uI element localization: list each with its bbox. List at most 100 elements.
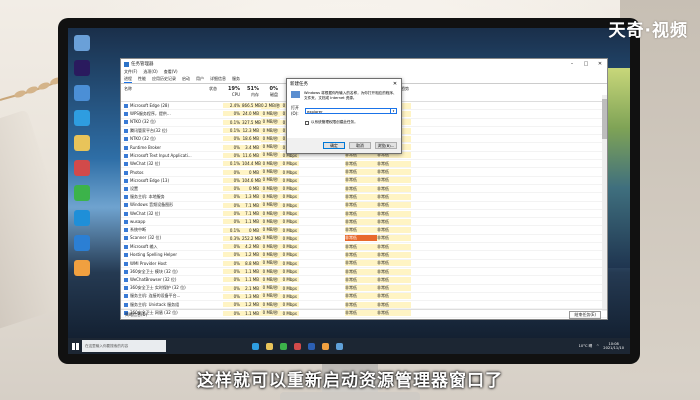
process-name: Scanner (32 位): [121, 235, 209, 241]
ok-button[interactable]: 确定: [323, 142, 345, 149]
process-name: NTKO (32 位): [121, 136, 209, 142]
tab-details[interactable]: 详细信息: [210, 76, 226, 83]
process-network: 0 Mbps: [280, 260, 299, 266]
tab-processes[interactable]: 进程: [124, 76, 132, 83]
process-icon: [124, 211, 128, 216]
table-row[interactable]: 服务主机: 本地服务 0% 1.3 MB 0 MB/秒 0 Mbps 非常低 非常低: [121, 193, 607, 202]
scrollbar-thumb[interactable]: [602, 99, 607, 139]
process-name: 服务主机: 连接的设备平台...: [121, 293, 209, 299]
tab-startup[interactable]: 启动: [182, 76, 190, 83]
process-disk: 0 MB/秒: [261, 210, 280, 217]
table-row[interactable]: Windows 音频设备图形 0% 7.1 MB 0 MB/秒 0 Mbps 非常低 非常低: [121, 202, 607, 210]
desktop-icon-app[interactable]: [74, 160, 90, 176]
process-icon: [124, 120, 128, 125]
process-network: 0 Mbps: [280, 277, 299, 283]
column-memory[interactable]: 51% 内存: [242, 84, 261, 101]
process-icon: [124, 161, 128, 166]
tray-up-icon[interactable]: ^: [596, 344, 599, 348]
taskbar-search-box[interactable]: 在这里输入你要搜索的内容: [82, 340, 166, 352]
minimize-icon[interactable]: –: [565, 61, 579, 67]
column-name[interactable]: 名称: [121, 84, 209, 101]
table-row[interactable]: Microsoft 输入 0% 4.2 MB 0 MB/秒 0 Mbps 非常低 非常低: [121, 243, 607, 252]
tab-users[interactable]: 用户: [196, 76, 204, 83]
table-row[interactable]: Microsoft Edge (13) 0% 104.6 MB 0 MB/秒 0 Mbp…: [121, 177, 607, 185]
maximize-icon[interactable]: □: [579, 61, 593, 67]
weather-text[interactable]: 10°C 晴: [579, 344, 593, 349]
process-power: 非常低: [345, 210, 377, 217]
desktop-icon-recycle[interactable]: [74, 35, 90, 51]
desktop-icon-colorful[interactable]: [74, 260, 90, 276]
process-name-text: 360安全卫士 实时保护 (32 位): [130, 285, 186, 291]
table-row[interactable]: Hosting Spelling Helper 0% 1.2 MB 0 MB/秒 0 M…: [121, 251, 607, 260]
process-name: Hosting Spelling Helper: [121, 252, 209, 258]
table-row[interactable]: 设置 0% 0 MB 0 MB/秒 0 Mbps 非常低 非常低: [121, 185, 607, 194]
process-memory: 7.1 MB: [242, 211, 261, 216]
taskbar-app-word[interactable]: [308, 342, 315, 350]
dialog-titlebar[interactable]: 新建任务 ✕: [287, 79, 401, 88]
table-row[interactable]: wusapp 0% 1.1 MB 0 MB/秒 0 Mbps 非常低 非常低: [121, 218, 607, 227]
process-name: WeChat (32 位): [121, 211, 209, 217]
process-scrollbar[interactable]: [602, 95, 607, 311]
table-row[interactable]: 360安全卫士 实时保护 (32 位) 0% 2.1 MB 0 MB/秒 0 Mbps 非…: [121, 285, 607, 293]
end-task-button[interactable]: 结束任务(E): [569, 310, 601, 319]
table-row[interactable]: Scanner (32 位) 0.3% 252.2 MB 0 MB/秒 0 Mbps 非常…: [121, 235, 607, 244]
process-power: 非常低: [345, 301, 377, 308]
table-row[interactable]: WeChat (32 位) 0% 7.1 MB 0 MB/秒 0 Mbps 非常低 非常低: [121, 210, 607, 219]
table-row[interactable]: 360安全卫士 模块 (32 位) 0% 1.1 MB 0 MB/秒 0 Mbps 非常低…: [121, 268, 607, 277]
taskbar-app-wechat[interactable]: [280, 342, 287, 350]
table-row[interactable]: 系统中断 0.1% 0 MB 0 MB/秒 0 Mbps 非常低 非常低: [121, 226, 607, 235]
process-disk: 0 MB/秒: [261, 169, 280, 176]
task-manager-title: 任务管理器: [131, 62, 154, 67]
task-manager-icon: [124, 61, 129, 67]
dialog-close-icon[interactable]: ✕: [389, 81, 401, 87]
tab-services[interactable]: 服务: [232, 76, 240, 83]
process-power: 非常低: [345, 285, 377, 292]
taskbar-app-chrome[interactable]: [322, 342, 329, 350]
desktop-icon-edge[interactable]: [74, 210, 90, 226]
table-row[interactable]: Photos 0% 0 MB 0 MB/秒 0 Mbps 非常低 非常低: [121, 168, 607, 177]
table-row[interactable]: WeChatBrowser (32 位) 0% 1.1 MB 0 MB/秒 0 Mbps…: [121, 276, 607, 285]
process-power: 非常低: [345, 243, 377, 250]
process-power: 非常低: [345, 193, 377, 200]
process-memory: 2.1 MB: [242, 285, 261, 291]
process-network: 0 Mbps: [280, 269, 299, 275]
desktop-icon-computer[interactable]: [74, 85, 90, 101]
taskbar-clock[interactable]: 10:08 2021/11/10: [603, 342, 624, 351]
process-disk: 0 MB/秒: [261, 218, 280, 225]
table-row[interactable]: WeChat (32 位) 0.1% 104.4 MB 0 MB/秒 0 Mbps 非常低…: [121, 160, 607, 169]
taskbar-app-wps[interactable]: [294, 342, 301, 350]
close-icon[interactable]: ✕: [593, 61, 607, 67]
column-status[interactable]: 状态: [209, 84, 223, 101]
cancel-button[interactable]: 取消: [349, 142, 371, 149]
column-disk[interactable]: 0% 磁盘: [261, 84, 280, 101]
tab-app-history[interactable]: 应用历史记录: [152, 76, 176, 83]
process-disk: 0 MB/秒: [261, 127, 280, 134]
taskbar-app-edge[interactable]: [252, 342, 259, 350]
taskbar-app-explorer[interactable]: [266, 342, 273, 350]
process-network: 0 Mbps: [280, 285, 299, 291]
table-row[interactable]: WMI Provider Host 0% 8.8 MB 0 MB/秒 0 Mbps 非常低…: [121, 260, 607, 268]
task-manager-titlebar[interactable]: 任务管理器 – □ ✕: [121, 59, 607, 69]
menu-options[interactable]: 选项(O): [143, 69, 157, 76]
table-row[interactable]: 服务主机: 连接的设备平台... 0% 1.3 MB 0 MB/秒 0 Mbps 非常低非…: [121, 293, 607, 302]
tab-performance[interactable]: 性能: [138, 76, 146, 83]
admin-checkbox[interactable]: [305, 120, 309, 125]
column-cpu[interactable]: 19% CPU: [223, 84, 242, 101]
desktop-icon-wechat[interactable]: [74, 185, 90, 201]
menu-file[interactable]: 文件(F): [124, 69, 137, 76]
process-disk: 0 MB/秒: [261, 243, 280, 250]
browse-button[interactable]: 浏览(B)...: [375, 142, 397, 149]
chevron-down-icon[interactable]: ▾: [391, 107, 397, 114]
desktop-icon-shield[interactable]: [74, 235, 90, 251]
desktop-icon-browser[interactable]: [74, 110, 90, 126]
desktop-icon-premiere[interactable]: [74, 60, 90, 76]
taskbar-app-taskmgr[interactable]: [336, 342, 343, 350]
open-input[interactable]: explorer: [305, 107, 391, 114]
fewer-details-link[interactable]: 简略信息(D): [125, 312, 147, 318]
process-memory: 0 MB: [242, 186, 261, 192]
process-power-trend: 非常低: [377, 227, 411, 234]
desktop-icon-folder[interactable]: [74, 135, 90, 151]
menu-view[interactable]: 查看(V): [164, 69, 178, 76]
process-icon: [124, 220, 128, 225]
start-button[interactable]: [68, 338, 82, 354]
